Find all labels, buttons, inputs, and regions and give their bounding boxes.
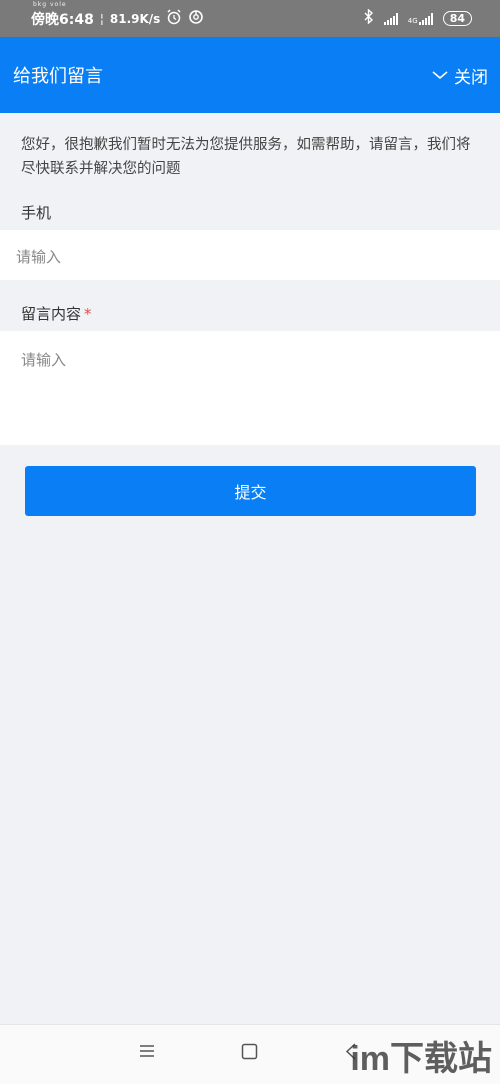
message-label: 留言内容 * [21, 303, 92, 324]
status-separator: ¦ [99, 11, 104, 26]
message-label-text: 留言内容 [21, 305, 82, 323]
status-left: bkg vole 傍晚6:48 ¦ 81.9K/s [31, 1, 204, 29]
network-speed: 81.9K/s [109, 11, 161, 26]
menu-icon[interactable] [139, 1043, 155, 1063]
battery-icon: 84 [442, 11, 472, 26]
phone-label: 手机 [21, 202, 51, 223]
signal-4g-icon: 4G [407, 12, 433, 25]
status-bar: bkg vole 傍晚6:48 ¦ 81.9K/s 4G 84 [0, 0, 500, 37]
submit-label: 提交 [234, 483, 267, 502]
system-nav-bar: im下载站 [0, 1024, 500, 1084]
close-label: 关闭 [454, 67, 488, 88]
submit-button[interactable]: 提交 [25, 466, 476, 516]
status-right: 4G 84 [364, 8, 472, 28]
page-title: 给我们留言 [13, 66, 103, 87]
bluetooth-icon [364, 8, 374, 28]
status-sub-labels: bkg vole [33, 0, 67, 8]
header-bar: 给我们留言 关闭 [0, 37, 500, 113]
message-placeholder: 请输入 [21, 351, 67, 369]
phone-placeholder: 请输入 [16, 248, 62, 266]
message-textarea[interactable]: 请输入 [0, 331, 500, 445]
alarm-icon [166, 8, 182, 29]
phone-label-text: 手机 [21, 204, 52, 222]
chevron-down-icon [432, 65, 448, 85]
watermark-logo: im下载站 [350, 1040, 492, 1078]
required-mark: * [84, 305, 92, 323]
sync-icon [188, 9, 204, 29]
battery-level: 84 [449, 12, 465, 25]
close-button[interactable]: 关闭 [432, 63, 488, 88]
network-type: 4G [407, 16, 418, 25]
phone-input[interactable]: 请输入 [0, 230, 500, 280]
home-square-icon[interactable] [241, 1043, 258, 1064]
notice-text: 您好，很抱歉我们暂时无法为您提供服务，如需帮助，请留言，我们将尽快联系并解决您的… [21, 137, 471, 177]
status-time: 傍晚6:48 [31, 11, 94, 28]
signal-icon [383, 12, 398, 25]
